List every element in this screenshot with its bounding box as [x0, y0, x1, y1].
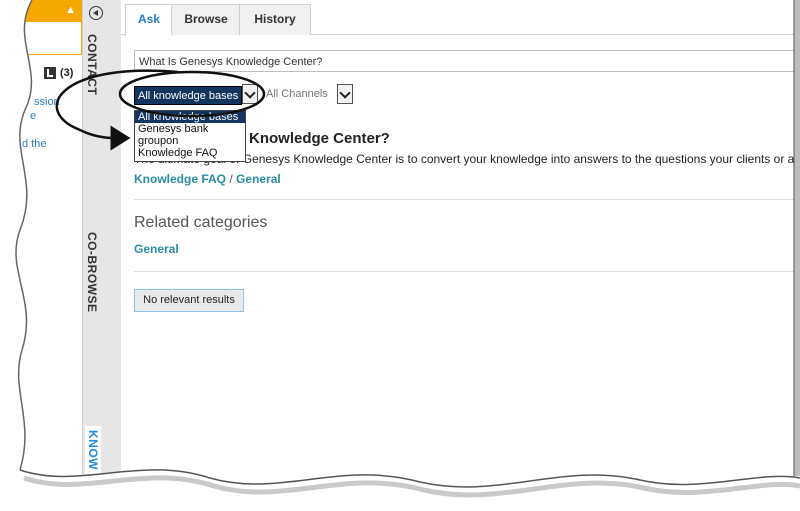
channels-dropdown-button[interactable] [337, 84, 353, 104]
history-count-label: (3) [60, 67, 74, 79]
result-title[interactable]: Knowledge Center? [249, 130, 390, 147]
history-count[interactable]: (3) [44, 67, 73, 79]
search-input[interactable]: What Is Genesys Knowledge Center? [134, 50, 800, 72]
no-relevant-results-button[interactable]: No relevant results [134, 289, 244, 312]
related-heading: Related categories [134, 214, 268, 231]
torn-bottom-shadow [23, 475, 800, 498]
left-link-1[interactable]: ssion [34, 96, 60, 108]
screenshot-frame: ▲ (3) ssion e d the CONTACT CO-BROWSE KN… [0, 0, 800, 511]
tab-ask[interactable]: Ask [125, 4, 173, 36]
side-tab-contact[interactable]: CONTACT [85, 34, 99, 95]
left-link-3[interactable]: d the [22, 138, 46, 150]
knowledge-base-dropdown-button[interactable] [242, 84, 258, 104]
breadcrumb-category-link[interactable]: General [236, 172, 281, 186]
side-tab-cobrowse[interactable]: CO-BROWSE [85, 232, 99, 313]
dropdown-option[interactable]: Knowledge FAQ [135, 147, 245, 159]
side-tab-knowledge[interactable]: KNOW [85, 426, 101, 474]
left-link-2[interactable]: e [30, 110, 36, 122]
divider [134, 271, 800, 272]
tab-history[interactable]: History [239, 4, 311, 35]
knowledge-base-select[interactable]: All knowledge bases [134, 86, 242, 105]
side-tab-strip: CONTACT CO-BROWSE KNOW [82, 0, 122, 480]
dropdown-option[interactable]: groupon [135, 135, 245, 147]
knowledge-main: Ask Browse History What Is Genesys Knowl… [121, 0, 800, 480]
chevron-up-icon[interactable]: ▲ [65, 4, 76, 16]
left-panel-box [14, 22, 82, 55]
clock-icon [44, 67, 56, 79]
left-panel: ▲ (3) ssion e d the [14, 0, 82, 480]
knowledge-base-dropdown-list: All knowledge bases Genesys bank groupon… [134, 110, 246, 162]
collapse-circle-icon[interactable] [89, 6, 103, 20]
dropdown-option[interactable]: Genesys bank [135, 123, 245, 135]
tab-browse[interactable]: Browse [171, 4, 241, 35]
related-category-link[interactable]: General [134, 242, 179, 256]
breadcrumb-separator: / [229, 172, 233, 186]
left-panel-header[interactable]: ▲ [14, 0, 82, 22]
tab-bar: Ask Browse History [121, 4, 800, 36]
channels-select[interactable]: All Channels [266, 88, 328, 100]
breadcrumb-kb-link[interactable]: Knowledge FAQ [134, 172, 226, 186]
result-breadcrumb: Knowledge FAQ / General [134, 172, 281, 186]
dropdown-option[interactable]: All knowledge bases [135, 111, 245, 123]
divider [134, 199, 800, 200]
